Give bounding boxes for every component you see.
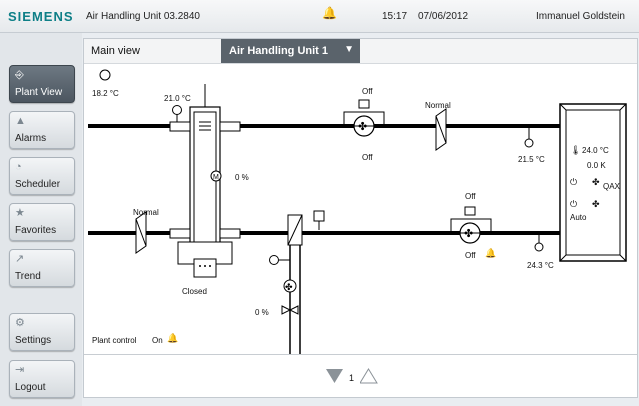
pressure-sensor-bottom-icon [464,206,476,216]
unit-selector-value: Air Handling Unit 1 [229,45,328,57]
sidebar: ⎆ Plant View ▲ Alarms ◔ Scheduler ★ Favo… [0,33,82,406]
svg-text:✤: ✤ [285,283,293,293]
svg-text:M: M [213,174,219,181]
fan-top-state: Off [362,153,373,162]
main-view-label: Main view [91,45,140,57]
sidebar-item-alarms[interactable]: ▲ Alarms [9,111,75,149]
temp-sensor-pipe-icon [269,255,279,265]
bell-icon: ▲ [15,115,26,127]
clock-icon: ◔ [15,161,22,173]
sidebar-item-label: Plant View [15,87,63,98]
temp-bottom-right-value: 24.3 °C [527,261,554,270]
view-header: Main view Air Handling Unit 1 ▼ [84,39,637,64]
sidebar-item-settings[interactable]: ⚙ Settings [9,313,75,351]
sidebar-item-logout[interactable]: ⇥ Logout [9,360,75,398]
trend-icon: ↗ [15,253,25,265]
logout-icon: ⇥ [15,364,25,376]
sidebar-item-label: Trend [15,271,41,282]
fan-alarm-bell-icon[interactable]: 🔔 [485,249,496,258]
sidebar-item-trend[interactable]: ↗ Trend [9,249,75,287]
window-title: Air Handling Unit 03.2840 [86,11,200,22]
heat-recovery-core [193,111,217,253]
clock-time: 15:17 [382,11,408,22]
plant-control-bell-icon[interactable]: 🔔 [167,334,178,343]
filter-top-status: Normal [425,101,451,110]
temp-sensor-bottom-right-icon [534,242,544,252]
valve-icon [281,305,292,315]
outside-temp-value: 18.2 °C [92,89,119,98]
sidebar-item-label: Favorites [15,225,57,236]
sidebar-item-favorites[interactable]: ★ Favorites [9,203,75,241]
chevron-down-icon: ▼ [344,44,354,55]
footer-divider [84,354,637,355]
temp-sensor-supply-icon [172,105,182,115]
plant-view-icon: ⎆ [15,69,24,81]
page-number: 1 [349,373,355,383]
unit-selector-dropdown[interactable]: Air Handling Unit 1 ▼ [221,39,360,63]
power-icon: ⏻ [570,177,578,187]
power-icon: ⏻ [570,199,578,209]
star-icon: ★ [15,207,25,219]
sidebar-item-label: Settings [15,335,52,346]
temp-sensor-top-right-icon [524,138,534,148]
alarm-bell-icon[interactable]: 🔔 [322,7,337,19]
thermometer-icon: 🌡 [570,145,582,155]
filter-bottom-status: Normal [133,208,159,217]
temp-top-right-value: 21.5 °C [518,155,545,164]
sidebar-item-scheduler[interactable]: ◔ Scheduler [9,157,75,195]
fan-small-icon: ✤ [592,199,600,209]
fan-small-icon: ✤ [592,177,600,187]
clock-date: 07/06/2012 [418,11,469,22]
damper-state-value: Closed [182,287,207,296]
sidebar-item-plant-view[interactable]: ⎆ Plant View [9,65,75,103]
room-device-label: QAX [603,182,620,191]
fan-bottom-mode: Off [465,192,476,201]
fan-top-mode: Off [362,87,373,96]
outside-temp-icon [99,69,111,81]
page-up-arrow-icon[interactable] [360,368,378,384]
temp-sensor-coil-icon [313,210,325,222]
page-down-arrow-icon[interactable] [326,368,344,384]
sidebar-item-label: Logout [15,382,46,393]
room-mode-value: Auto [570,213,587,222]
brand-logo: SIEMENS [8,9,74,24]
top-bar: SIEMENS Air Handling Unit 03.2840 🔔 15:1… [0,0,639,33]
room-k-value: 0.0 K [587,161,606,170]
plant-diagram: M ✤ ✤ ✤ [88,69,627,354]
room-temp-value: 24.0 °C [582,146,609,155]
fan-bottom-state: Off [465,251,476,260]
damper-position-value: 0 % [235,173,249,182]
user-name: Immanuel Goldstein [536,11,625,22]
pressure-sensor-top-icon [358,99,370,109]
supply-temp-left-value: 21.0 °C [164,94,191,103]
sidebar-item-label: Alarms [15,133,47,144]
main-panel: Main view Air Handling Unit 1 ▼ M ✤ ✤ ✤ … [83,38,638,398]
sidebar-item-label: Scheduler [15,179,61,190]
plant-control-value: On [152,336,163,345]
gear-icon: ⚙ [15,317,25,329]
valve-position-value: 0 % [255,308,269,317]
plant-control-label: Plant control [92,336,137,345]
